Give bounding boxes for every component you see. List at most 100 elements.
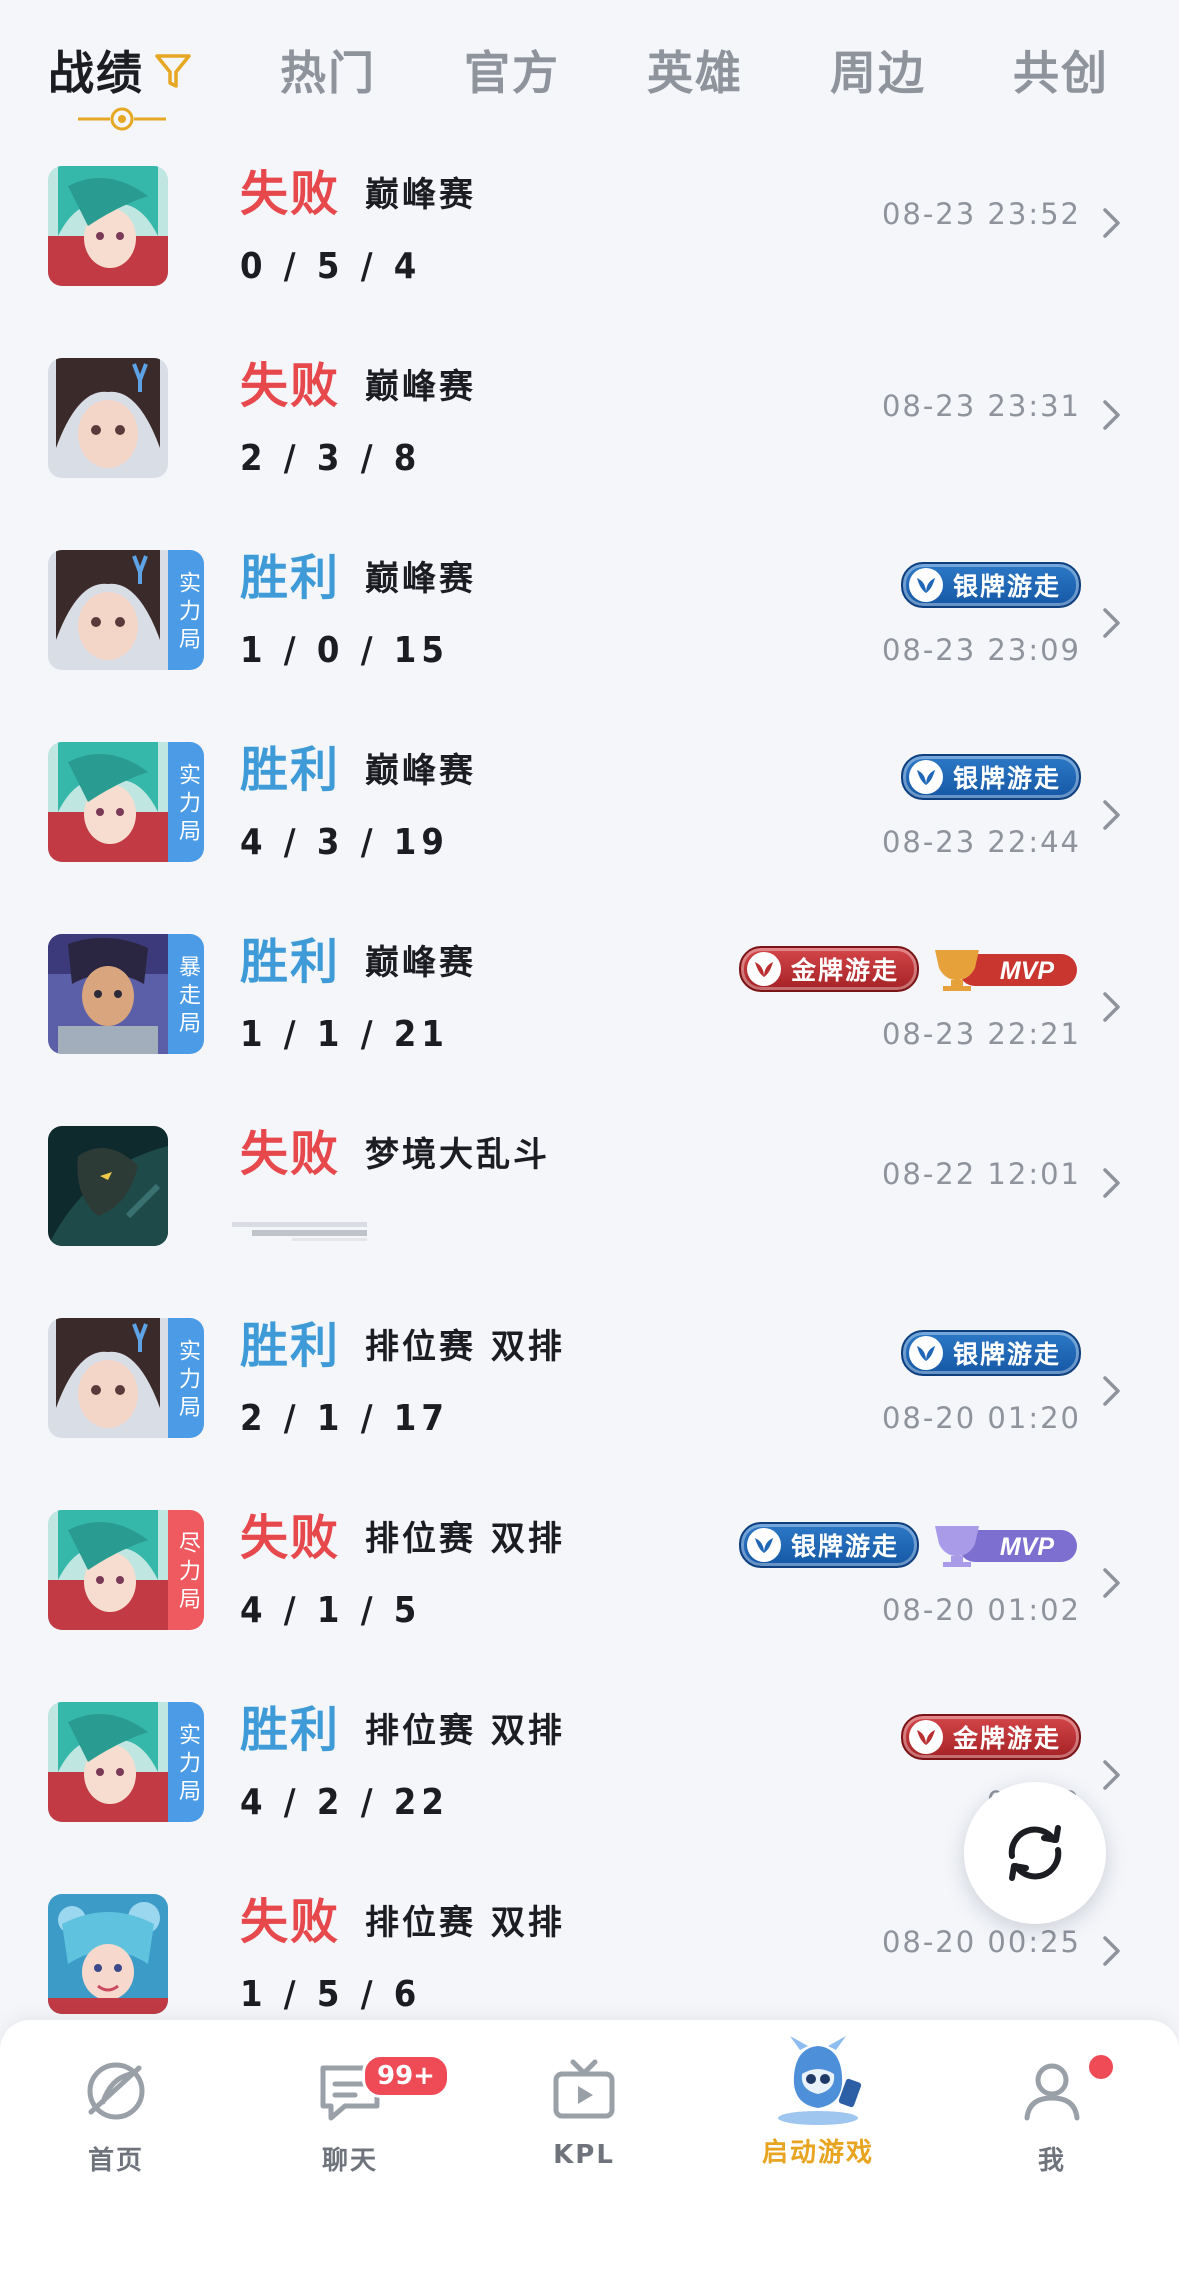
nav-profile-label: 我 [1037,2146,1066,2176]
unread-count-badge: 99+ [362,2054,450,2098]
match-record-row[interactable]: 暴走局 胜利 巅峰赛 1 / 1 / 21 金牌游走 MVP 08-23 22:21 [0,918,1179,1110]
chevron-right-icon [1103,400,1120,430]
top-tab-bar: 战绩 热门 官方 英雄 周边 共创 [0,0,1179,150]
kda-stats: 1 / 5 / 6 [240,1974,422,2015]
chevron-right-icon [1103,208,1120,238]
match-record-row[interactable]: 尽力局 失败 排位赛 双排 4 / 1 / 5 银牌游走 MVP 08-20 01:02 [0,1494,1179,1686]
launch-game-icon [778,2036,862,2125]
kda-stats: 1 / 1 / 21 [240,1014,449,1055]
nav-home-label: 首页 [87,2146,144,2176]
match-record-row[interactable]: 失败 巅峰赛 0 / 5 / 4 08-23 23:52 [0,150,1179,342]
match-time: 08-23 22:21 [881,1017,1081,1051]
tab-official[interactable]: 官方 [464,38,560,108]
kda-stats: 1 / 0 / 15 [240,630,449,671]
match-mode: 巅峰赛 [365,175,476,215]
performance-tag: 尽力局 [168,1510,204,1630]
match-record-row[interactable]: 实力局 胜利 排位赛 双排 2 / 1 / 17 银牌游走 08-20 01:20 [0,1302,1179,1494]
match-mode: 巅峰赛 [365,751,476,791]
nav-launch-game-label: 启动游戏 [761,2138,874,2168]
match-record-row[interactable]: 失败 梦境大乱斗 08-22 12:01 [0,1110,1179,1302]
match-time: 08-20 01:02 [881,1593,1081,1627]
hero-avatar [48,1126,168,1246]
match-time: 08-23 22:44 [881,825,1081,859]
hero-portrait-icon [48,1702,168,1822]
hero-avatar [48,166,168,286]
roamer-emblem-icon [908,568,943,602]
match-record-row[interactable]: 失败 巅峰赛 2 / 3 / 8 08-23 23:31 [0,342,1179,534]
match-time: 08-20 00:25 [881,1925,1081,1959]
performance-tag: 实力局 [168,550,204,670]
match-mode: 排位赛 双排 [365,1327,565,1367]
chevron-right-icon [1103,1760,1120,1790]
nav-home[interactable]: 首页 [36,2056,196,2177]
hero-portrait-icon [48,1510,168,1630]
match-time: 08-23 23:09 [881,633,1081,667]
match-result: 失败 [240,166,341,222]
kda-stats: 2 / 1 / 17 [240,1398,449,1439]
hero-portrait-icon [48,1318,168,1438]
match-time: 08-20 01:20 [881,1401,1081,1435]
roamer-emblem-icon [908,1720,943,1754]
tab-records[interactable]: 战绩 [48,38,144,108]
match-result: 失败 [240,1126,341,1182]
tab-hot[interactable]: 热门 [280,38,376,108]
hero-portrait-icon [48,358,168,478]
hero-avatar: 实力局 [48,1318,204,1438]
mvp-text: MVP [1000,1533,1055,1561]
chevron-right-icon [1103,1936,1120,1966]
mvp-text: MVP [1000,957,1055,985]
honor-badges: 银牌游走 [900,562,1081,608]
silver-roamer-badge: 银牌游走 [738,1522,919,1568]
performance-tag: 实力局 [168,742,204,862]
tab-co-create[interactable]: 共创 [1013,38,1109,108]
performance-tag: 实力局 [168,1702,204,1822]
match-record-row[interactable]: 实力局 胜利 巅峰赛 1 / 0 / 15 银牌游走 08-23 23:09 [0,534,1179,726]
roamer-emblem-icon [908,1336,943,1370]
filter-icon[interactable] [154,50,192,92]
hero-portrait-icon [48,166,168,286]
match-time: 08-23 23:31 [881,389,1081,423]
mvp-badge: MVP [929,1522,1081,1568]
nav-profile[interactable]: 我 [972,2052,1132,2177]
hero-portrait-icon [48,1126,168,1246]
chevron-right-icon [1103,992,1120,1022]
silver-roamer-badge: 银牌游走 [900,1330,1081,1376]
kda-stats: 2 / 3 / 8 [240,438,422,479]
match-result: 失败 [240,358,341,414]
performance-tag: 实力局 [168,1318,204,1438]
hero-avatar: 暴走局 [48,934,204,1054]
nav-launch-game[interactable]: 启动游戏 [738,2034,898,2169]
honor-badges: 银牌游走 MVP [738,1522,1081,1568]
mvp-trophy-icon: MVP [935,1526,1077,1567]
chevron-right-icon [1103,608,1120,638]
match-time: 08-22 12:01 [881,1157,1081,1191]
chevron-right-icon [1103,1568,1120,1598]
refresh-icon [1008,1825,1062,1881]
match-result: 胜利 [240,934,341,990]
chevron-right-icon [1103,1376,1120,1406]
kda-stats: 4 / 2 / 22 [240,1782,449,1823]
notification-dot [1086,2052,1116,2082]
match-result: 失败 [240,1510,341,1566]
tab-heroes[interactable]: 英雄 [647,38,743,108]
refresh-button[interactable] [964,1782,1106,1924]
match-mode: 巅峰赛 [365,559,476,599]
match-mode: 梦境大乱斗 [365,1135,550,1175]
nav-chat-label: 聊天 [321,2146,378,2176]
gold-roamer-badge: 金牌游走 [738,946,919,992]
nav-chat[interactable]: 聊天 99+ [270,2054,450,2177]
match-mode: 巅峰赛 [365,367,476,407]
chevron-right-icon [1103,1168,1120,1198]
roamer-emblem-icon [746,952,781,986]
match-mode: 排位赛 双排 [365,1903,565,1943]
roamer-emblem-icon [746,1528,781,1562]
match-record-row[interactable]: 实力局 胜利 巅峰赛 4 / 3 / 19 银牌游走 08-23 22:44 [0,726,1179,918]
hero-avatar [48,1894,168,2014]
nav-kpl-label: KPL [553,2140,615,2170]
mvp-trophy-icon: MVP [935,950,1077,991]
roamer-emblem-icon [908,760,943,794]
nav-kpl[interactable]: KPL [504,2056,664,2170]
badge-label: 银牌游走 [790,1532,899,1561]
tab-merch[interactable]: 周边 [830,38,926,108]
hero-avatar: 实力局 [48,1702,204,1822]
